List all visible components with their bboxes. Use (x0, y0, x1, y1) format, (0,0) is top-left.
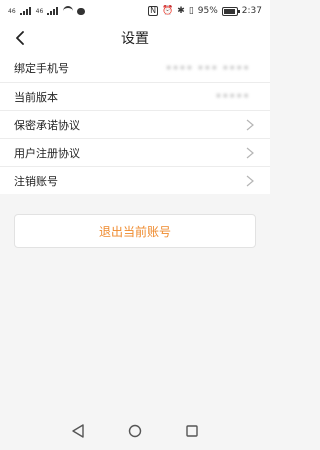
page-title: 设置 (121, 31, 149, 47)
status-left: 46 46 (8, 6, 86, 16)
back-button[interactable] (10, 28, 30, 48)
wifi-icon (63, 6, 74, 16)
nav-home-icon (128, 424, 142, 438)
message-icon (77, 7, 86, 15)
status-right: N ⏰ ✱ ▯ 95% 2:37 (148, 6, 262, 16)
nav-recents-icon (185, 425, 198, 437)
list-item-label: 绑定手机号 (14, 62, 69, 75)
list-item-label: 注销账号 (14, 174, 58, 188)
list-item-label: 保密承诺协议 (14, 118, 80, 132)
chevron-right-icon (244, 119, 256, 131)
list-item-bind-phone[interactable]: 绑定手机号 •••• ••• •••• (0, 54, 270, 82)
settings-list: 绑定手机号 •••• ••• •••• 当前版本 ••••• 保密承诺协议 用户… (0, 54, 270, 194)
nav-back-button[interactable] (69, 422, 87, 440)
nfc-icon: N (148, 6, 159, 16)
vibrate-icon: ▯ (188, 6, 194, 16)
list-item-cancel-account[interactable]: 注销账号 (0, 166, 270, 194)
network-label-2: 46 (35, 7, 44, 15)
battery-icon (221, 6, 240, 16)
phone-number-value: •••• ••• •••• (165, 62, 250, 74)
list-item-current-version: 当前版本 ••••• (0, 82, 270, 110)
system-nav-bar (0, 412, 270, 450)
list-item-label: 用户注册协议 (14, 146, 80, 160)
nav-recents-button[interactable] (183, 422, 201, 440)
nav-home-button[interactable] (126, 422, 144, 440)
status-bar: 46 46 N ⏰ ✱ ▯ 95% 2:37 (0, 0, 270, 22)
signal-icon-1 (19, 7, 32, 15)
list-item-label: 当前版本 (14, 90, 58, 104)
bluetooth-icon: ✱ (177, 6, 185, 16)
chevron-right-icon (244, 175, 256, 187)
signal-icon-2 (47, 7, 59, 15)
back-icon (16, 31, 24, 45)
network-label-1: 46 (8, 7, 16, 15)
time: 2:37 (241, 6, 262, 16)
chevron-right-icon (244, 147, 256, 159)
list-item-user-registration-agreement[interactable]: 用户注册协议 (0, 138, 270, 166)
header: 设置 (0, 22, 270, 54)
version-value: ••••• (215, 91, 250, 102)
logout-button[interactable]: 退出当前账号 (14, 214, 256, 248)
logout-label: 退出当前账号 (98, 224, 171, 239)
alarm-icon: ⏰ (162, 6, 174, 16)
nav-back-icon (72, 424, 85, 438)
battery-percent: 95% (197, 6, 218, 16)
list-item-confidentiality-agreement[interactable]: 保密承诺协议 (0, 110, 270, 138)
